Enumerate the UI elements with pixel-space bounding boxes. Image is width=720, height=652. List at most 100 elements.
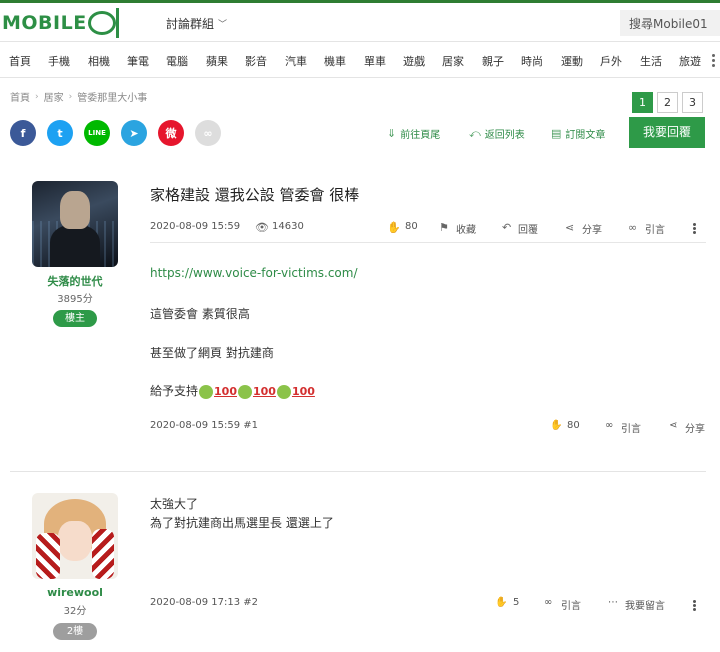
post-text-line: 為了對抗建商出馬選里長 還選上了 (150, 516, 334, 530)
nav-item[interactable]: 蘋果 (206, 53, 228, 69)
subscribe-label: 訂閱文章 (565, 130, 606, 141)
weibo-icon[interactable]: 微 (158, 120, 184, 146)
chevron-right-icon: › (35, 91, 39, 102)
twitter-icon[interactable]: t (47, 120, 73, 146)
page-button[interactable]: 2 (657, 92, 678, 113)
nav-item[interactable]: 筆電 (127, 53, 149, 69)
quote-label[interactable]: 引言 (645, 221, 665, 236)
nav-item[interactable]: 汽車 (285, 53, 307, 69)
nav-item[interactable]: 旅遊 (679, 53, 701, 69)
nav-item[interactable]: 遊戲 (403, 53, 425, 69)
reply-label[interactable]: 回覆 (518, 221, 538, 236)
nav-item[interactable]: 戶外 (600, 53, 622, 69)
post-footer: 2020-08-09 17:13 #2 ✋ 5 ∞ 引言 ⋯ 我要留言 (150, 595, 706, 615)
hundred-emoji-icon: 100 (214, 385, 237, 398)
comment-icon[interactable]: ⋯ (608, 597, 618, 608)
avatar[interactable] (32, 493, 118, 579)
facebook-icon[interactable]: f (10, 120, 36, 146)
nav-item[interactable]: 手機 (48, 53, 70, 69)
more-options-icon[interactable] (693, 227, 696, 230)
nav-item[interactable]: 運動 (561, 53, 583, 69)
nav-item[interactable]: 單車 (364, 53, 386, 69)
site-header: MOBILE 討論群組 ﹀ 搜尋Mobile01 (0, 3, 720, 40)
nav-item[interactable]: 影音 (245, 53, 267, 69)
quote-label[interactable]: 引言 (621, 420, 641, 435)
share-label[interactable]: 分享 (582, 221, 602, 236)
page-button[interactable]: 3 (682, 92, 703, 113)
quote-label[interactable]: 引言 (561, 597, 581, 612)
post-footer: 2020-08-09 15:59 #1 ✋ 80 ∞ 引言 ⋖ 分享 (150, 418, 706, 438)
eye-icon: 👁 (255, 221, 269, 234)
line-icon[interactable]: LINE (84, 120, 110, 146)
like-count: 80 (405, 221, 418, 232)
site-logo[interactable]: MOBILE (2, 8, 119, 38)
logo-text: MOBILE (2, 12, 87, 34)
post-link[interactable]: https://www.voice-for-victims.com/ (150, 266, 358, 280)
reply-icon[interactable]: ↶ (502, 221, 511, 234)
subscribe-button[interactable]: ▤ 訂閱文章 (551, 126, 605, 141)
nav-item[interactable]: 親子 (482, 53, 504, 69)
back-to-list-button[interactable]: ⤺ 返回列表 (469, 126, 525, 142)
nav-item[interactable]: 電腦 (166, 53, 188, 69)
forum-dropdown-label: 討論群組 (166, 17, 215, 31)
page-button[interactable]: 1 (632, 92, 653, 113)
nav-item[interactable]: 生活 (640, 53, 662, 69)
link-icon[interactable]: ∞ (195, 120, 221, 146)
username[interactable]: 失落的世代 (25, 273, 125, 289)
share-icon[interactable]: ⋖ (565, 221, 574, 234)
op-badge: 樓主 (53, 310, 97, 327)
clap-icon[interactable]: ✋ (387, 221, 401, 234)
post-meta: 2020-08-09 15:59 👁 14630 ✋ 80 ⚑ 收藏 ↶ 回覆 … (150, 219, 706, 243)
clap-icon[interactable]: ✋ (550, 420, 562, 431)
like-count: 5 (513, 597, 520, 608)
user-points: 3895分 (57, 294, 93, 305)
nav-item[interactable]: 機車 (324, 53, 346, 69)
nav-item[interactable]: 相機 (88, 53, 110, 69)
share-icon[interactable]: ⋖ (669, 420, 677, 431)
more-options-icon[interactable] (693, 604, 696, 607)
forum-dropdown[interactable]: 討論群組 ﹀ (166, 15, 227, 32)
post-text-line: 這管委會 素質很高 (150, 307, 250, 321)
post-text-line: 給予支持 100 100 100 (150, 382, 315, 399)
go-to-bottom-label: 前往頁尾 (400, 130, 441, 141)
post-datetime: 2020-08-09 15:59 (150, 221, 241, 232)
more-menu-icon[interactable] (712, 59, 715, 62)
nav-item[interactable]: 居家 (442, 53, 464, 69)
clap-icon[interactable]: ✋ (495, 597, 507, 608)
breadcrumb-item[interactable]: 居家 (44, 89, 64, 104)
like-count: 80 (567, 420, 580, 431)
telegram-icon[interactable]: ➤ (121, 120, 147, 146)
arrow-down-icon: ⇓ (387, 127, 397, 140)
document-icon: ▤ (551, 127, 562, 140)
post-footer-datetime: 2020-08-09 15:59 #1 (150, 420, 259, 431)
quote-icon[interactable]: ∞ (605, 420, 613, 431)
nav-item[interactable]: 首頁 (9, 53, 31, 69)
thread-title: 家格建設 還我公設 管委會 很棒 (150, 186, 360, 204)
post-footer-datetime: 2020-08-09 17:13 #2 (150, 597, 259, 608)
go-to-bottom-button[interactable]: ⇓ 前往頁尾 (387, 126, 440, 141)
search-input[interactable]: 搜尋Mobile01 (620, 10, 720, 36)
comment-label[interactable]: 我要留言 (625, 597, 665, 612)
logo-01-mark (87, 8, 119, 38)
view-count: 14630 (272, 221, 304, 232)
share-label[interactable]: 分享 (685, 420, 705, 435)
username[interactable]: wirewool (25, 586, 125, 599)
nav-item[interactable]: 時尚 (521, 53, 543, 69)
arrow-back-icon: ⤺ (469, 126, 481, 140)
user-points: 32分 (63, 606, 87, 617)
post-text-line: 甚至做了網頁 對抗建商 (150, 346, 274, 360)
emoji-icon (237, 384, 252, 399)
avatar[interactable] (32, 181, 118, 267)
quote-icon[interactable]: ∞ (628, 221, 637, 234)
breadcrumb-item[interactable]: 管委那里大小事 (77, 89, 147, 104)
bookmark-label[interactable]: 收藏 (456, 221, 476, 236)
post-text-support: 給予支持 (150, 384, 199, 398)
bookmark-icon[interactable]: ⚑ (439, 221, 449, 234)
quote-icon[interactable]: ∞ (544, 597, 552, 608)
avatar-figure (50, 225, 100, 267)
reply-button[interactable]: 我要回覆 (629, 117, 705, 148)
emoji-icon (199, 384, 214, 399)
chevron-down-icon: ﹀ (218, 20, 228, 30)
breadcrumb-item[interactable]: 首頁 (10, 89, 30, 104)
pagination: 1 2 3 (632, 92, 703, 113)
